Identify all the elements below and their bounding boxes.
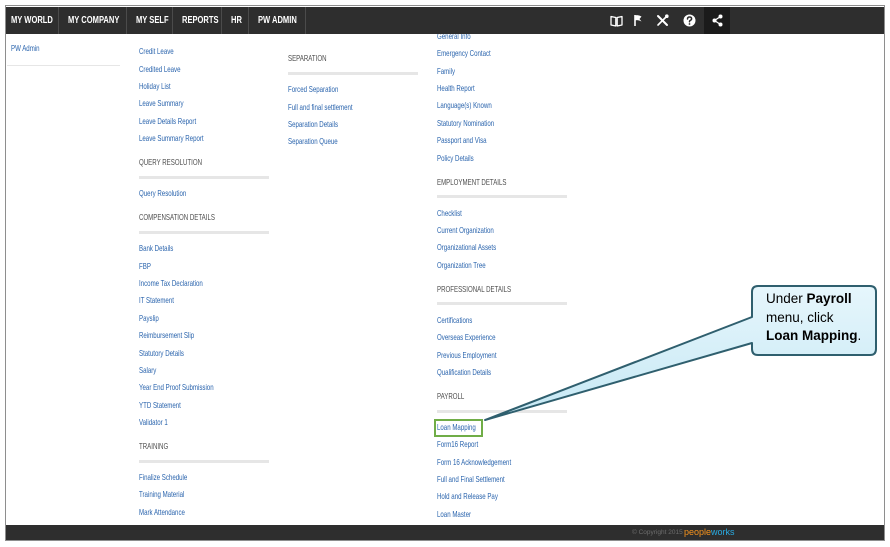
menu-link-previous-employment[interactable]: Previous Employment xyxy=(437,347,538,364)
menu-link-policy-details[interactable]: Policy Details xyxy=(437,150,538,167)
menu-link-ytd-statement[interactable]: YTD Statement xyxy=(139,397,240,414)
share-icon[interactable] xyxy=(704,7,730,34)
menu-link-reimbursement-slip[interactable]: Reimbursement Slip xyxy=(139,327,240,344)
nav-my-self[interactable]: MY SELF xyxy=(127,7,173,34)
section-divider xyxy=(139,175,269,179)
menu-link-fbp[interactable]: FBP xyxy=(139,258,240,275)
menu-link-organization-tree[interactable]: Organization Tree xyxy=(437,257,538,274)
menu-column-1: Credit Leave Credited Leave Holiday List… xyxy=(139,43,279,521)
menu-content: Credit Leave Credited Leave Holiday List… xyxy=(6,34,884,525)
section-header-employment-details: EMPLOYMENT DETAILS xyxy=(437,176,507,187)
section-divider xyxy=(437,195,567,199)
callout-line-3-bold: Loan Mapping xyxy=(766,328,858,343)
callout-line-1-prefix: Under xyxy=(766,291,803,306)
menu-link-training-material[interactable]: Training Material xyxy=(139,486,240,503)
menu-link-loan-master[interactable]: Loan Master xyxy=(437,506,538,523)
menu-link-overseas-experience[interactable]: Overseas Experience xyxy=(437,329,538,346)
nav-label: MY COMPANY xyxy=(68,14,120,26)
nav-my-world[interactable]: MY WORLD xyxy=(6,7,59,34)
menu-link-hold-and-release-pay[interactable]: Hold and Release Pay xyxy=(437,488,538,505)
section-divider xyxy=(139,230,269,234)
flag-icon[interactable] xyxy=(627,7,649,34)
menu-link-family[interactable]: Family xyxy=(437,63,538,80)
menu-link-passport-and-visa[interactable]: Passport and Visa xyxy=(437,132,538,149)
logo-part-works: works xyxy=(711,527,735,537)
top-navbar: MY WORLD MY COMPANY MY SELF REPORTS HR P… xyxy=(6,7,884,34)
logo-part-people: people xyxy=(684,527,712,537)
menu-link-credited-leave[interactable]: Credited Leave xyxy=(139,61,240,78)
menu-link-payroll-full-and-final-settlement[interactable]: Full and Final Settlement xyxy=(437,471,538,488)
section-divider xyxy=(288,71,418,75)
callout-line-1-bold: Payroll xyxy=(806,291,852,306)
menu-link-bank-details[interactable]: Bank Details xyxy=(139,240,240,257)
tools-icon[interactable] xyxy=(651,7,673,34)
section-divider xyxy=(437,409,567,413)
book-icon[interactable] xyxy=(605,7,627,34)
nav-label: MY WORLD xyxy=(11,14,53,26)
menu-link-separation-queue[interactable]: Separation Queue xyxy=(288,133,389,150)
menu-link-full-and-final-settlement[interactable]: Full and final settlement xyxy=(288,99,389,116)
section-header-professional-details: PROFESSIONAL DETAILS xyxy=(437,283,512,294)
section-header-query-resolution: QUERY RESOLUTION xyxy=(139,157,203,168)
callout-text: Under Payroll menu, click Loan Mapping. xyxy=(766,290,861,346)
menu-link-health-report[interactable]: Health Report xyxy=(437,80,538,97)
menu-link-languages-known[interactable]: Language(s) Known xyxy=(437,97,538,114)
loan-mapping-highlight-box xyxy=(434,419,483,437)
nav-menu: MY WORLD MY COMPANY MY SELF REPORTS HR P… xyxy=(6,7,884,34)
menu-link-statutory-details[interactable]: Statutory Details xyxy=(139,345,240,362)
menu-link-organizational-assets[interactable]: Organizational Assets xyxy=(437,239,538,256)
nav-my-company[interactable]: MY COMPANY xyxy=(59,7,127,34)
menu-link-holiday-list[interactable]: Holiday List xyxy=(139,78,240,95)
menu-link-salary[interactable]: Salary xyxy=(139,362,240,379)
menu-link-certifications[interactable]: Certifications xyxy=(437,312,538,329)
section-divider xyxy=(437,302,567,306)
menu-column-2: SEPARATION Forced Separation Full and fi… xyxy=(288,44,428,151)
section-divider xyxy=(139,459,269,463)
menu-link-mark-attendance[interactable]: Mark Attendance xyxy=(139,504,240,521)
menu-link-leave-details-report[interactable]: Leave Details Report xyxy=(139,113,240,130)
nav-reports[interactable]: REPORTS xyxy=(173,7,222,34)
menu-link-emergency-contact[interactable]: Emergency Contact xyxy=(437,45,538,62)
nav-label: HR xyxy=(231,14,242,26)
menu-link-leave-summary-report[interactable]: Leave Summary Report xyxy=(139,130,240,147)
menu-link-income-tax-declaration[interactable]: Income Tax Declaration xyxy=(139,275,240,292)
menu-link-form-16-acknowledgement[interactable]: Form 16 Acknowledgement xyxy=(437,454,538,471)
callout-line-1: Under Payroll xyxy=(766,290,861,309)
menu-link-general-info[interactable]: General Info xyxy=(437,34,538,45)
help-icon[interactable] xyxy=(678,7,700,34)
menu-link-leave-summary[interactable]: Leave Summary xyxy=(139,95,240,112)
menu-link-validator-1[interactable]: Validator 1 xyxy=(139,414,240,431)
menu-link-statutory-nomination[interactable]: Statutory Nomination xyxy=(437,115,538,132)
section-header-training: TRAINING xyxy=(139,441,169,452)
menu-link-forced-separation[interactable]: Forced Separation xyxy=(288,81,389,98)
menu-link-current-organization[interactable]: Current Organization xyxy=(437,222,538,239)
nav-label: PW ADMIN xyxy=(258,14,297,26)
nav-label: REPORTS xyxy=(182,14,219,26)
callout-line-2: menu, click xyxy=(766,309,834,325)
menu-link-qualification-details[interactable]: Qualification Details xyxy=(437,364,538,381)
section-header-payroll: PAYROLL xyxy=(437,390,465,401)
peopleworks-logo: peopleworks xyxy=(684,525,735,540)
footer: © Copyright 2015 peopleworks xyxy=(6,525,884,540)
menu-link-query-resolution[interactable]: Query Resolution xyxy=(139,185,240,202)
menu-link-checklist[interactable]: Checklist xyxy=(437,205,538,222)
menu-link-separation-details[interactable]: Separation Details xyxy=(288,116,389,133)
section-header-separation: SEPARATION xyxy=(288,53,327,64)
menu-link-it-statement[interactable]: IT Statement xyxy=(139,292,240,309)
callout-line-3: Loan Mapping. xyxy=(766,327,861,346)
menu-link-credit-leave[interactable]: Credit Leave xyxy=(139,43,240,60)
menu-column-3: General Info Emergency Contact Family He… xyxy=(437,34,577,523)
callout-line-3-suffix: . xyxy=(857,328,862,343)
menu-link-year-end-proof-submission[interactable]: Year End Proof Submission xyxy=(139,379,240,396)
copyright-text: © Copyright 2015 xyxy=(632,529,683,536)
menu-link-payslip[interactable]: Payslip xyxy=(139,310,240,327)
section-header-compensation-details: COMPENSATION DETAILS xyxy=(139,212,215,223)
menu-link-form16-report[interactable]: Form16 Report xyxy=(437,436,538,453)
menu-link-finalize-schedule[interactable]: Finalize Schedule xyxy=(139,469,240,486)
nav-label: MY SELF xyxy=(136,14,169,26)
nav-pw-admin[interactable]: PW ADMIN xyxy=(249,7,306,34)
nav-hr[interactable]: HR xyxy=(222,7,249,34)
